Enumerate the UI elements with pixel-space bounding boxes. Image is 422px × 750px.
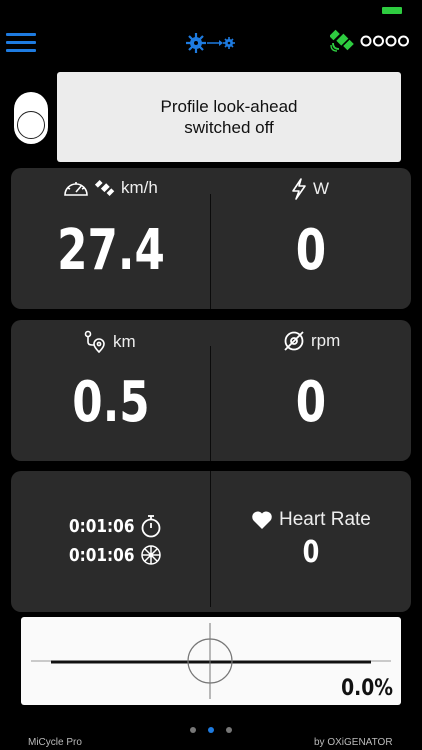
power-label: W: [291, 178, 329, 200]
app-name: MiCycle Pro: [28, 737, 82, 748]
distance-unit: km: [113, 332, 136, 351]
profile-status-message: Profile look-ahead switched off: [57, 72, 401, 162]
profile-lookahead-switch[interactable]: [14, 92, 48, 144]
total-time: 0:01:06: [69, 515, 135, 537]
cadence-label: rpm: [283, 330, 340, 352]
time-heartrate-panel: 0:01:06 0:01:06 Heart Rate 0: [11, 471, 411, 612]
stopwatch-icon: [141, 515, 161, 538]
page-dot[interactable]: [226, 727, 232, 733]
message-line-2: switched off: [184, 118, 274, 137]
route-pin-icon: [84, 330, 105, 354]
total-time-row: 0:01:06: [69, 514, 162, 538]
sensor-dots-icon[interactable]: [360, 34, 410, 48]
speed-unit: km/h: [121, 178, 158, 197]
gradient-indicator: 0.0%: [21, 617, 401, 705]
power-value: 0: [295, 218, 327, 283]
distance-value: 0.5: [72, 370, 150, 435]
gradient-value: 0.0%: [341, 676, 393, 701]
heart-icon: [252, 511, 272, 529]
speed-power-panel: km/h 27.4 W 0: [11, 168, 411, 309]
panel-divider: [210, 346, 211, 461]
panel-divider: [210, 194, 211, 309]
page-dot-active[interactable]: [208, 727, 214, 733]
satellite-icon: [329, 28, 354, 52]
heart-rate-text: Heart Rate: [279, 509, 371, 530]
speed-value: 27.4: [57, 218, 165, 283]
page-dot[interactable]: [190, 727, 196, 733]
panel-divider: [210, 471, 211, 607]
distance-label: km: [83, 330, 136, 354]
cadence-value: 0: [295, 370, 327, 435]
switch-knob: [17, 111, 45, 139]
speed-label: km/h: [63, 178, 158, 198]
page-indicator[interactable]: [189, 726, 233, 734]
chainring-gear-icon[interactable]: [185, 32, 237, 54]
speedometer-icon: [64, 182, 88, 196]
heart-rate-value: 0: [302, 535, 320, 570]
distance-cadence-panel: km 0.5 rpm 0: [11, 320, 411, 461]
developer-credit: by OXiGENATOR: [314, 737, 393, 748]
heart-rate-label: Heart Rate: [251, 509, 371, 531]
crank-icon: [284, 331, 304, 351]
satellite-icon: [95, 180, 115, 196]
message-line-1: Profile look-ahead: [160, 97, 298, 116]
battery-indicator: [382, 7, 402, 14]
wheel-icon: [141, 545, 161, 565]
moving-time: 0:01:06: [69, 544, 135, 566]
hamburger-icon[interactable]: [6, 33, 36, 53]
moving-time-row: 0:01:06: [69, 544, 162, 566]
power-unit: W: [313, 179, 330, 198]
lightning-icon: [292, 178, 306, 200]
cadence-unit: rpm: [311, 331, 341, 350]
